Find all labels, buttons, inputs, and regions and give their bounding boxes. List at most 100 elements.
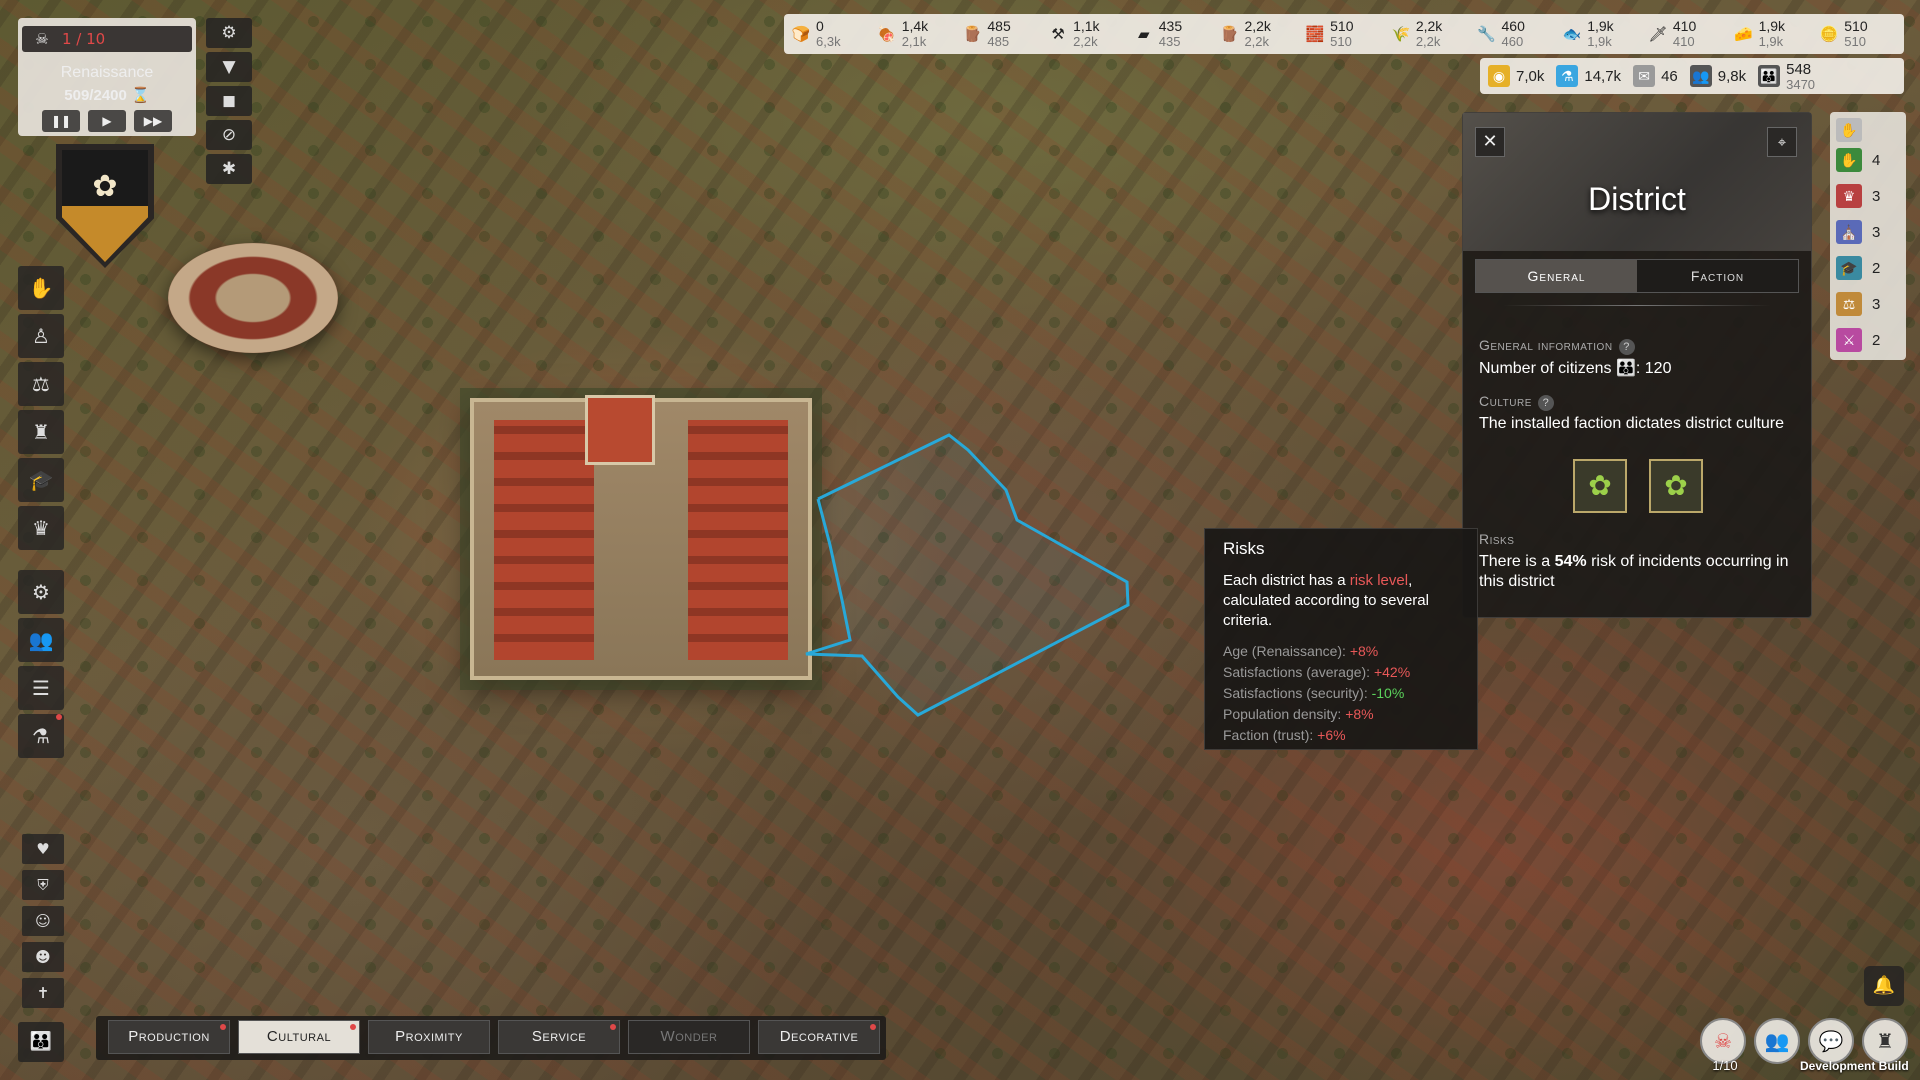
resource-current: 1,1k	[1073, 18, 1100, 34]
people-icon: 👥	[28, 628, 54, 652]
resource-max: 1,9k	[1587, 34, 1612, 49]
pause-button[interactable]: ❚❚	[42, 110, 80, 132]
faction-header-icon: ✋	[1836, 118, 1862, 142]
overlay-button[interactable]: ◼	[206, 86, 252, 116]
guild-overlay-button[interactable]: ✋	[18, 266, 64, 310]
risk-factor-label: Satisfactions (average):	[1223, 664, 1371, 680]
general-info-header: General information?	[1479, 337, 1635, 355]
stat-item[interactable]: ✉ 46	[1633, 65, 1678, 87]
stat-item[interactable]: 👥 9,8k	[1689, 65, 1746, 87]
resource-item[interactable]: 🪵 2,2k 2,2k	[1218, 19, 1304, 50]
list-button[interactable]: ☰	[18, 666, 64, 710]
category-cultural-button[interactable]: Cultural	[238, 1020, 360, 1054]
resource-value: 0 6,3k	[816, 19, 841, 50]
merchant-overlay-button[interactable]: ⚖	[18, 362, 64, 406]
citizens-label: Number of citizens	[1479, 360, 1612, 377]
entertainment-filter[interactable]: ☺	[22, 906, 64, 936]
category-service-button[interactable]: Service	[498, 1020, 620, 1054]
risk-counter-bar[interactable]: ☠ 1 / 10	[22, 26, 192, 52]
tech-button[interactable]: ⚙	[18, 570, 64, 614]
temple-building[interactable]	[585, 395, 655, 465]
fast-forward-button[interactable]: ▶▶	[134, 110, 172, 132]
faction-row[interactable]: ⛪ 3	[1836, 218, 1900, 246]
stat-item[interactable]: ⚗ 14,7k	[1556, 65, 1621, 87]
tab-general[interactable]: General	[1476, 260, 1637, 292]
faction-count: 3	[1872, 187, 1881, 205]
security-filter[interactable]: ⛨	[22, 870, 64, 900]
resource-item[interactable]: 🗡 410 410	[1647, 18, 1733, 50]
health-filter[interactable]: ♥	[22, 834, 64, 864]
resource-item[interactable]: 🪙 510 510	[1818, 18, 1904, 50]
hide-button[interactable]: ⊘	[206, 120, 252, 150]
citizens-value: 120	[1644, 360, 1672, 377]
faction-row[interactable]: ⚔ 2	[1836, 326, 1900, 354]
risk-counter-small: 1/10	[1712, 1058, 1738, 1073]
faction-row[interactable]: ✋ 4	[1836, 146, 1900, 174]
map-pin-icon: ⌖	[1777, 133, 1787, 151]
resource-item[interactable]: 🧀 1,9k 1,9k	[1733, 19, 1819, 50]
close-panel-button[interactable]: ✕	[1475, 127, 1505, 157]
resource-item[interactable]: 🔧 460 460	[1476, 19, 1562, 50]
resource-value: 1,1k 2,2k	[1073, 18, 1100, 50]
resource-item[interactable]: 🌾 2,2k 2,2k	[1390, 19, 1476, 50]
religion-filter[interactable]: ✝	[22, 978, 64, 1008]
nobility-overlay-button[interactable]: ♛	[18, 506, 64, 550]
bug-button[interactable]: ✱	[206, 154, 252, 184]
faction-row[interactable]: 🎓 2	[1836, 254, 1900, 282]
era-progress: 509/2400 ⌛	[18, 86, 196, 104]
category-proximity-button[interactable]: Proximity	[368, 1020, 490, 1054]
anvil-icon: ⚒	[1051, 25, 1065, 43]
person-icon: ☻	[35, 948, 51, 966]
research-icon: ⚗	[1556, 65, 1579, 87]
tab-faction[interactable]: Faction	[1637, 260, 1798, 292]
population-icon: 👪	[1758, 65, 1781, 87]
risk-factor-line: Faction (trust): +6%	[1223, 725, 1459, 746]
stat-item[interactable]: ◉ 7,0k	[1488, 65, 1544, 87]
play-button[interactable]: ▶	[88, 110, 126, 132]
resource-current: 410	[1672, 18, 1697, 34]
citizens-button[interactable]: 👪	[18, 1022, 64, 1062]
resource-current: 510	[1844, 18, 1868, 34]
advisors-icon: 👥	[1764, 1029, 1790, 1053]
culture-bonus-icon[interactable]: ✿	[1573, 459, 1627, 513]
population-button[interactable]: 👥	[18, 618, 64, 662]
filter-button[interactable]: ▼	[206, 52, 252, 82]
help-icon[interactable]: ?	[1537, 395, 1554, 411]
chat-button[interactable]: 💬	[1808, 1018, 1854, 1064]
faction-row[interactable]: ⚖ 3	[1836, 290, 1900, 318]
resource-item[interactable]: 🪵 485 485	[961, 19, 1047, 50]
scholar-overlay-button[interactable]: 🎓	[18, 458, 64, 502]
objectives-button[interactable]: ♜	[1862, 1018, 1908, 1064]
risk-factor-value: +42%	[1373, 664, 1411, 680]
eye-slash-icon: ⊘	[221, 125, 237, 145]
category-wonder-button[interactable]: Wonder	[628, 1020, 750, 1054]
faction-row[interactable]: ♛ 3	[1836, 182, 1900, 210]
military-overlay-button[interactable]: ♙	[18, 314, 64, 358]
military-icon: ⚔	[1836, 328, 1862, 352]
resource-item[interactable]: ▰ 435 435	[1133, 19, 1219, 50]
resource-value: 2,2k 2,2k	[1244, 19, 1270, 50]
clergy-overlay-button[interactable]: ♜	[18, 410, 64, 454]
help-icon[interactable]: ?	[1618, 339, 1635, 355]
resource-value: 2,2k 2,2k	[1416, 19, 1442, 50]
clergy-icon: ⛪	[1836, 220, 1862, 244]
settings-button[interactable]: ⚙	[206, 18, 252, 48]
potion-button[interactable]: ⚗	[18, 714, 64, 758]
locate-button[interactable]: ⌖	[1767, 127, 1797, 157]
notification-dot	[350, 1024, 356, 1030]
resource-item[interactable]: 🧱 510 510	[1304, 19, 1390, 50]
culture-bonus-icon[interactable]: ✿	[1649, 459, 1703, 513]
stat-item[interactable]: 👪 548 3470	[1758, 61, 1815, 91]
resource-item[interactable]: 🍞 0 6,3k	[790, 19, 876, 50]
category-decorative-button[interactable]: Decorative	[758, 1020, 880, 1054]
category-production-button[interactable]: Production	[108, 1020, 230, 1054]
amphitheater-building[interactable]	[168, 243, 338, 353]
notifications-button[interactable]: 🔔	[1864, 966, 1904, 1006]
advisors-button[interactable]: 👥	[1754, 1018, 1800, 1064]
resource-item[interactable]: 🐟 1,9k 1,9k	[1561, 19, 1647, 50]
resource-item[interactable]: ⚒ 1,1k 2,2k	[1047, 18, 1133, 50]
plank-icon: 🪵	[963, 25, 982, 43]
education-filter[interactable]: ☻	[22, 942, 64, 972]
resource-item[interactable]: 🍖 1,4k 2,1k	[876, 19, 962, 50]
cheese-icon: 🧀	[1734, 25, 1753, 43]
